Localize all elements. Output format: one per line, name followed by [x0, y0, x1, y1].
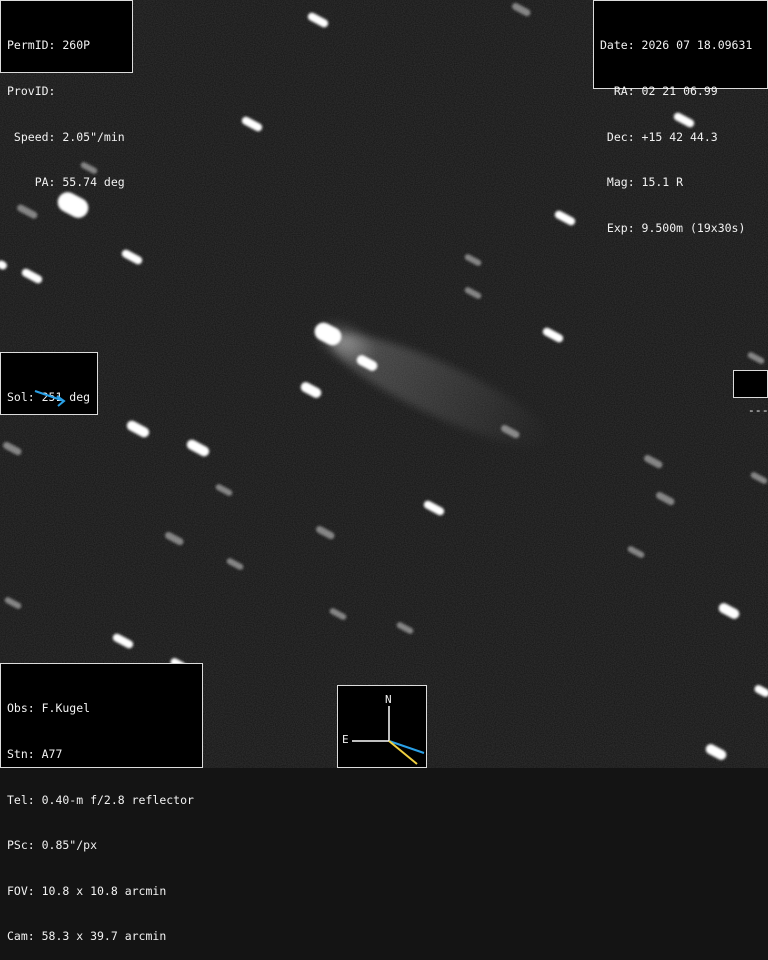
position-angle-line: PA: 55.74 deg [7, 175, 125, 190]
pixel-scale-line: PSc: 0.85"/px [7, 838, 98, 853]
telescope-line: Tel: 0.40-m f/2.8 reflector [7, 792, 194, 807]
fov-line: FOV: 10.8 x 10.8 arcmin [7, 883, 167, 898]
speed-line: Speed: 2.05"/min [7, 129, 125, 144]
camera-line: Cam: 58.3 x 39.7 arcmin [7, 929, 167, 944]
edge-marker: --- [733, 370, 768, 417]
perm-id-line: PermID: 260P [7, 38, 91, 53]
edge-marker-label: --- [747, 403, 768, 417]
object-info-panel: PermID: 260P ProvID: Speed: 2.05"/min PA… [0, 0, 133, 189]
prov-id-line: ProvID: [7, 84, 56, 99]
observation-info-panel: Date: 2026 07 18.09631 RA: 02 21 06.99 D… [593, 0, 768, 235]
compass-rose-icon [352, 706, 425, 765]
ra-line: RA: 02 21 06.99 [600, 84, 718, 99]
sun-direction-arrow-icon [34, 390, 66, 407]
dec-line: Dec: +15 42 44.3 [600, 129, 718, 144]
date-line: Date: 2026 07 18.09631 [600, 38, 753, 53]
exposure-line: Exp: 9.500m (19x30s) [600, 220, 746, 235]
station-line: Stn: A77 [7, 747, 63, 762]
observer-line: Obs: F.Kugel [7, 701, 91, 716]
compass-panel: N E [337, 685, 427, 768]
magnitude-line: Mag: 15.1 R [600, 175, 684, 190]
solar-direction-panel: Sol: 251 deg [0, 352, 98, 415]
equipment-info-panel: Obs: F.Kugel Stn: A77 Tel: 0.40-m f/2.8 … [0, 663, 203, 943]
